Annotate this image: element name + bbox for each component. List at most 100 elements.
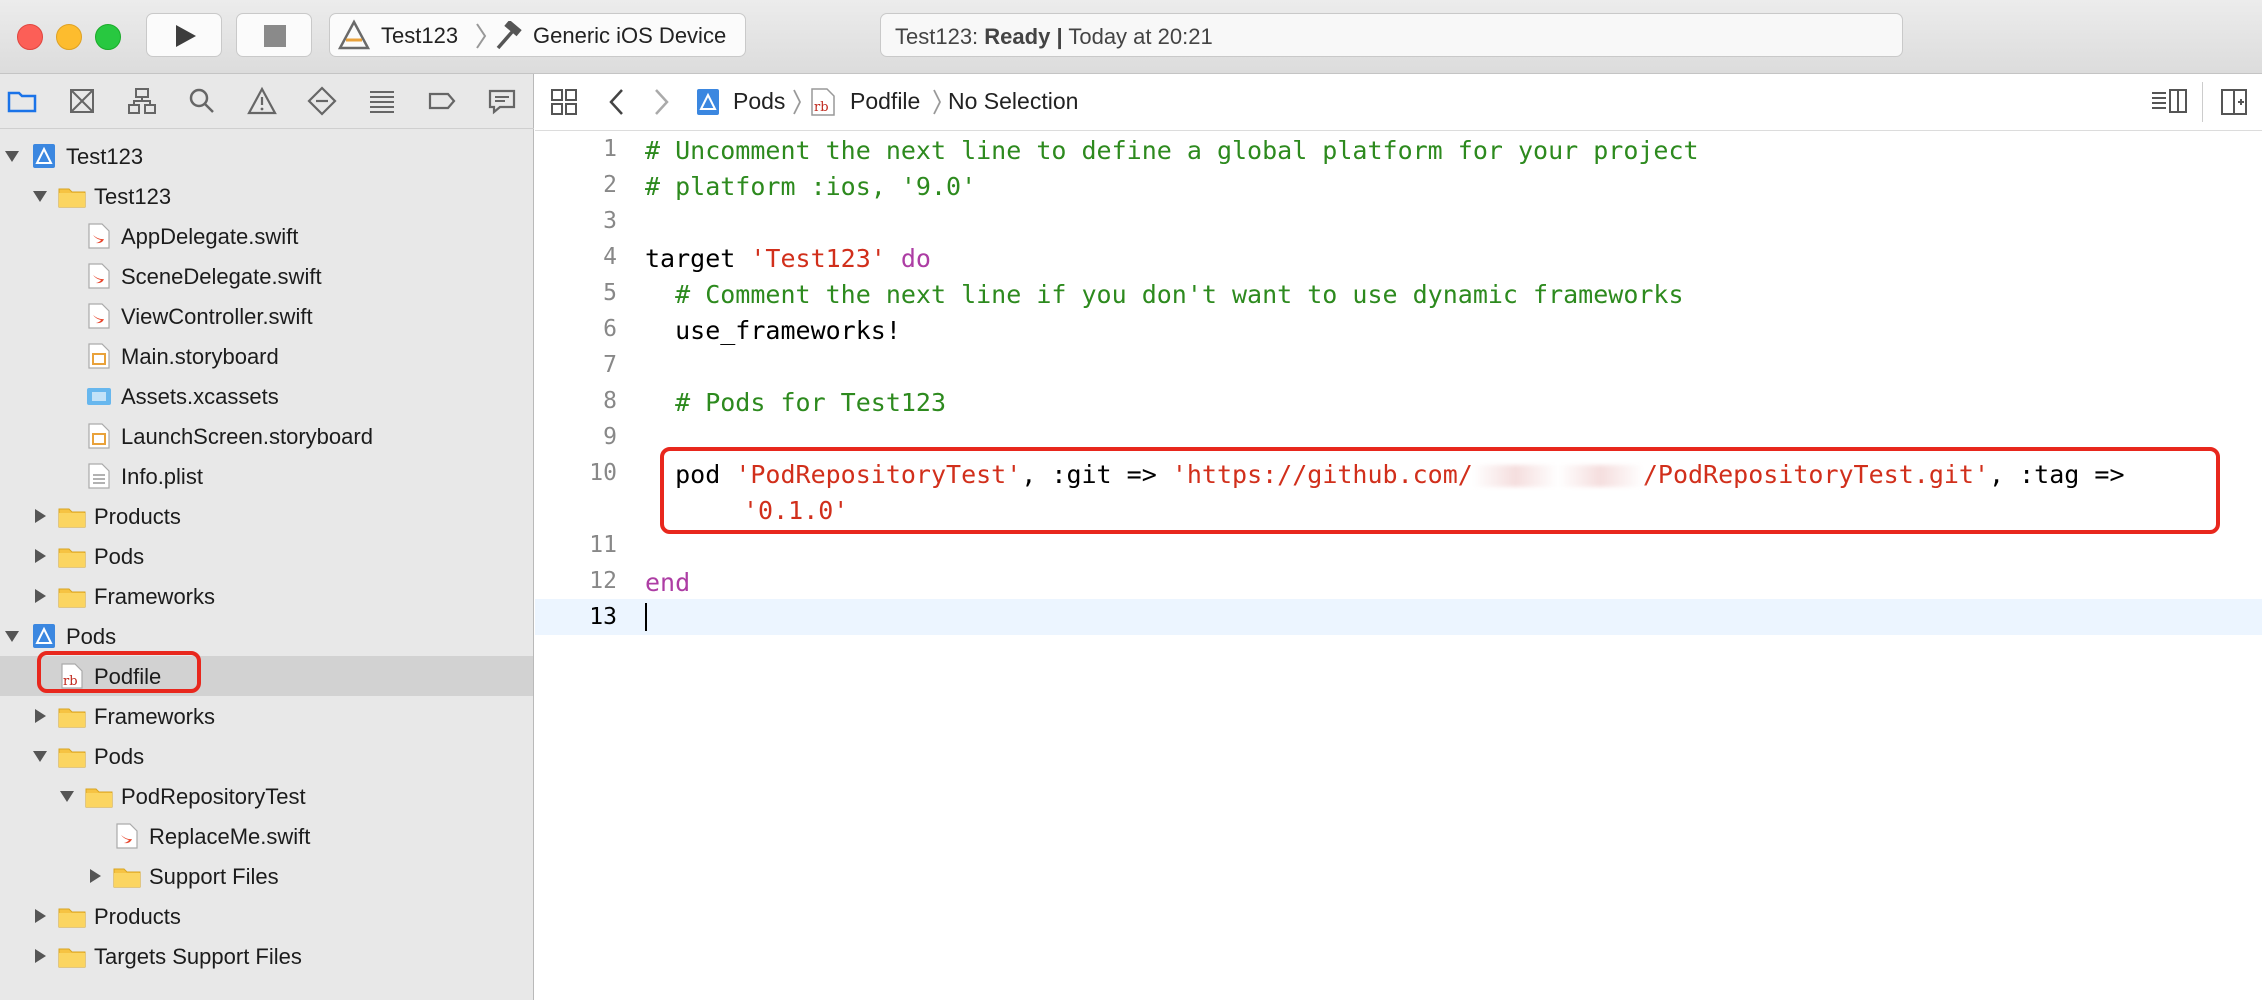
stop-icon — [264, 25, 286, 47]
search-icon[interactable] — [186, 85, 218, 117]
navigator-item[interactable]: Support Files — [0, 856, 533, 896]
code-line[interactable]: 12 end — [535, 563, 2262, 599]
code-line[interactable]: 5 # Comment the next line if you don't w… — [535, 275, 2262, 311]
navigator-item[interactable]: ReplaceMe.swift — [0, 816, 533, 856]
related-items-icon[interactable] — [549, 87, 579, 117]
breadcrumb-no-selection[interactable]: No Selection — [948, 88, 1078, 115]
navigator-item[interactable]: AppDelegate.swift — [0, 216, 533, 256]
disclosure-down-icon[interactable] — [2, 146, 22, 166]
code-line[interactable]: 8 # Pods for Test123 — [535, 383, 2262, 419]
navigator-item-label: Pods — [66, 624, 117, 649]
disclosure-right-icon[interactable] — [30, 586, 50, 606]
disclosure-right-icon[interactable] — [30, 906, 50, 926]
code-comment: # Comment the next line if you don't wan… — [645, 280, 1684, 309]
folder-icon[interactable] — [6, 85, 38, 117]
navigator-item[interactable]: Info.plist — [0, 456, 533, 496]
disclosure-down-icon[interactable] — [30, 746, 50, 766]
project-icon — [697, 89, 719, 115]
disclosure-down-icon[interactable] — [30, 186, 50, 206]
forward-arrow-icon[interactable] — [651, 87, 671, 117]
navigator-item-label: Info.plist — [121, 464, 203, 489]
navigator-item[interactable]: Targets Support Files — [0, 936, 533, 976]
source-control-icon[interactable] — [66, 85, 98, 117]
current-code-line[interactable]: 13 — [535, 599, 2262, 635]
minimize-window-button[interactable] — [56, 24, 82, 50]
line-number: 4 — [603, 244, 617, 270]
highlight-box-podfile — [37, 651, 201, 693]
line-number: 8 — [603, 388, 617, 414]
navigator-item-label: SceneDelegate.swift — [121, 264, 322, 289]
code-line[interactable]: 6 use_frameworks! — [535, 311, 2262, 347]
breakpoint-icon[interactable] — [426, 85, 458, 117]
navigator-item[interactable]: Main.storyboard — [0, 336, 533, 376]
breadcrumb-podfile[interactable]: Podfile — [850, 88, 920, 115]
close-window-button[interactable] — [17, 24, 43, 50]
disclosure-right-icon[interactable] — [30, 946, 50, 966]
test-diamond-icon[interactable] — [306, 85, 338, 117]
disclosure-down-icon[interactable] — [2, 626, 22, 646]
navigator-item[interactable]: LaunchScreen.storyboard — [0, 416, 533, 456]
navigator-item-label: Pods — [94, 544, 145, 569]
code-keyword: end — [645, 568, 691, 597]
navigator-item[interactable]: PodRepositoryTest — [0, 776, 533, 816]
code-line[interactable]: 2 # platform :ios, '9.0' — [535, 167, 2262, 203]
disclosure-right-icon[interactable] — [30, 706, 50, 726]
code-line[interactable]: 7 — [535, 347, 2262, 383]
line-number: 12 — [589, 568, 617, 594]
navigator-item-label: Frameworks — [94, 584, 216, 609]
breadcrumb-pods[interactable]: Pods — [733, 88, 785, 115]
scheme-selector[interactable]: Test123 Generic iOS Device — [329, 13, 746, 57]
folder-icon — [85, 788, 113, 808]
disclosure-right-icon[interactable] — [30, 546, 50, 566]
line-number: 6 — [603, 316, 617, 342]
code-comment: # Pods for Test123 — [645, 388, 947, 417]
warning-icon[interactable] — [246, 85, 278, 117]
line-number: 11 — [589, 532, 617, 558]
navigator-item-label: Main.storyboard — [121, 344, 279, 369]
folder-icon — [113, 868, 141, 888]
navigator-item[interactable]: SceneDelegate.swift — [0, 256, 533, 296]
code-line[interactable]: 3 — [535, 203, 2262, 239]
swift-file-icon — [116, 823, 138, 849]
disclosure-down-icon[interactable] — [57, 786, 77, 806]
back-arrow-icon[interactable] — [607, 87, 627, 117]
zoom-window-button[interactable] — [95, 24, 121, 50]
navigator-item[interactable]: Pods — [0, 616, 533, 656]
navigator-item[interactable]: Products — [0, 496, 533, 536]
navigator-item[interactable]: Pods — [0, 536, 533, 576]
navigator-item[interactable]: Frameworks — [0, 576, 533, 616]
folder-icon — [58, 748, 86, 768]
navigator-item[interactable]: Test123 — [0, 176, 533, 216]
editor-options-icon[interactable] — [2150, 87, 2190, 117]
source-editor[interactable]: 1 # Uncomment the next line to define a … — [535, 131, 2262, 1000]
code-line[interactable]: 4 target 'Test123' do — [535, 239, 2262, 275]
navigator-item-label: LaunchScreen.storyboard — [121, 424, 373, 449]
navigator-item[interactable]: Test123 — [0, 136, 533, 176]
highlight-box-pod-line — [660, 447, 2220, 534]
stop-button[interactable] — [236, 13, 312, 57]
folder-icon — [58, 188, 86, 208]
status-separator: | — [1056, 24, 1063, 49]
navigator-item[interactable]: ViewController.swift — [0, 296, 533, 336]
line-number: 2 — [603, 172, 617, 198]
add-editor-icon[interactable] — [2219, 87, 2249, 117]
disclosure-right-icon[interactable] — [85, 866, 105, 886]
navigator-item[interactable]: Frameworks — [0, 696, 533, 736]
folder-icon — [58, 588, 86, 608]
navigator-item-label: Test123 — [94, 184, 172, 209]
report-icon[interactable] — [486, 85, 518, 117]
code-comment: # platform :ios, '9.0' — [645, 172, 977, 201]
navigator-item[interactable]: Assets.xcassets — [0, 376, 533, 416]
line-number: 13 — [589, 604, 617, 630]
swift-file-icon — [88, 223, 110, 249]
code-line[interactable]: 1 # Uncomment the next line to define a … — [535, 131, 2262, 167]
chevron-right-icon — [476, 23, 487, 49]
debug-list-icon[interactable] — [366, 85, 398, 117]
navigator-item-label: AppDelegate.swift — [121, 224, 299, 249]
run-button[interactable] — [146, 13, 222, 57]
navigator-item[interactable]: Pods — [0, 736, 533, 776]
navigator-item[interactable]: Products — [0, 896, 533, 936]
symbol-icon[interactable] — [126, 85, 158, 117]
scheme-target: Test123 — [381, 23, 459, 48]
disclosure-right-icon[interactable] — [30, 506, 50, 526]
